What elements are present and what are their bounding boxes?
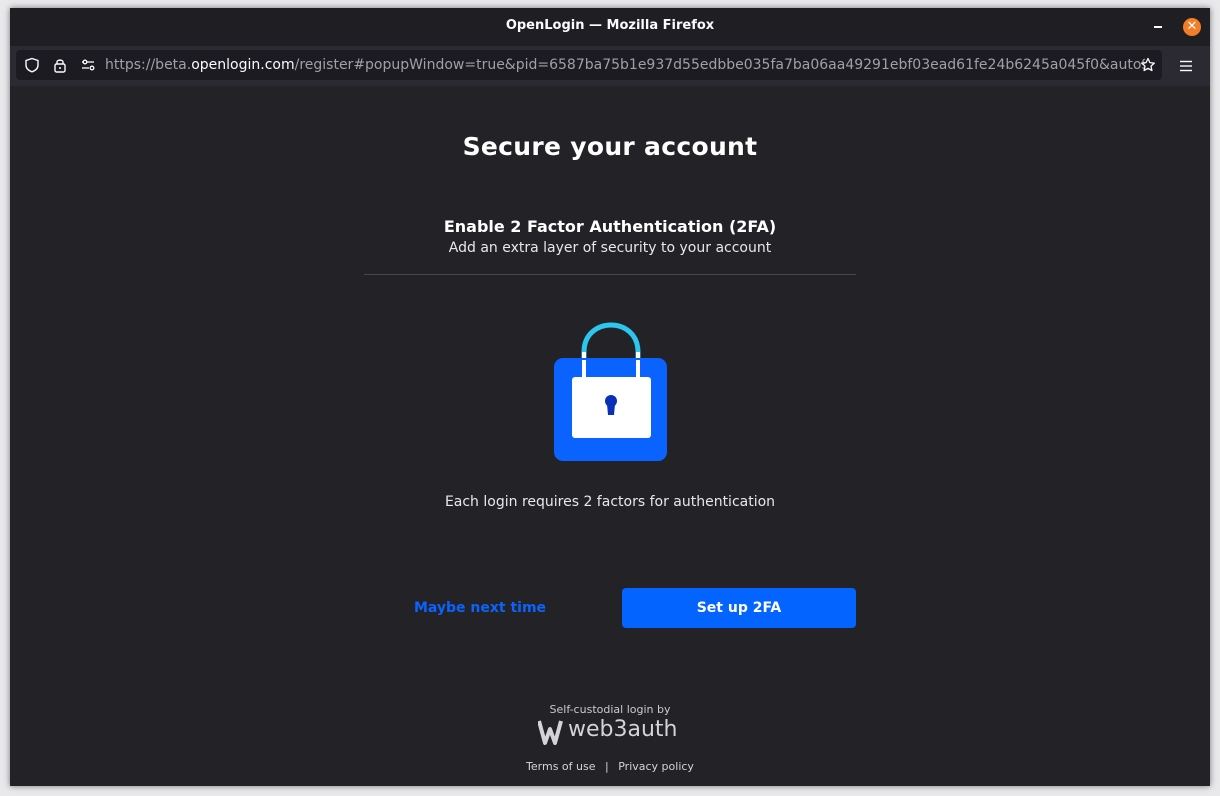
divider [364, 274, 856, 275]
setup-2fa-button[interactable]: Set up 2FA [622, 588, 856, 628]
url-host: openlogin.com [191, 57, 295, 73]
privacy-policy-link[interactable]: Privacy policy [618, 760, 694, 773]
padlock-illustration [552, 322, 670, 462]
auth-caption: Each login requires 2 factors for authen… [444, 494, 776, 510]
hamburger-menu-icon[interactable] [1178, 58, 1194, 74]
powered-by-text: Self-custodial login by [549, 703, 671, 716]
brand-name: web3auth [568, 717, 678, 742]
footer-separator: | [605, 760, 609, 773]
title-bar: OpenLogin — Mozilla Firefox ✕ [10, 8, 1210, 46]
maybe-next-time-button[interactable]: Maybe next time [400, 588, 560, 628]
url-bar[interactable]: https://beta.openlogin.com/register#popu… [16, 50, 1162, 80]
section-subheading: Add an extra layer of security to your a… [448, 240, 772, 256]
footer-links: Terms of use | Privacy policy [10, 760, 1210, 773]
navigation-bar: https://beta.openlogin.com/register#popu… [10, 46, 1210, 86]
page-content: Secure your account Enable 2 Factor Auth… [10, 86, 1210, 786]
close-button[interactable]: ✕ [1183, 18, 1201, 36]
section-heading: Enable 2 Factor Authentication (2FA) [443, 217, 777, 236]
url-path: /register#popupWindow=true&pid=6587ba75b… [294, 57, 1145, 73]
web3auth-logo: web3auth [538, 717, 682, 745]
browser-window: OpenLogin — Mozilla Firefox ✕ https://be… [10, 8, 1210, 786]
window-title: OpenLogin — Mozilla Firefox [505, 18, 715, 33]
minimize-button[interactable] [1154, 26, 1162, 28]
lock-icon[interactable] [52, 57, 68, 73]
bookmark-star-icon[interactable] [1140, 57, 1156, 73]
url-scheme: https://beta. [105, 57, 192, 73]
page-title: Secure your account [462, 132, 758, 161]
terms-of-use-link[interactable]: Terms of use [526, 760, 595, 773]
web3auth-mark-icon [538, 720, 563, 745]
url-text[interactable]: https://beta.openlogin.com/register#popu… [105, 57, 1145, 73]
shield-icon[interactable] [24, 57, 40, 73]
permissions-icon[interactable] [80, 57, 96, 73]
